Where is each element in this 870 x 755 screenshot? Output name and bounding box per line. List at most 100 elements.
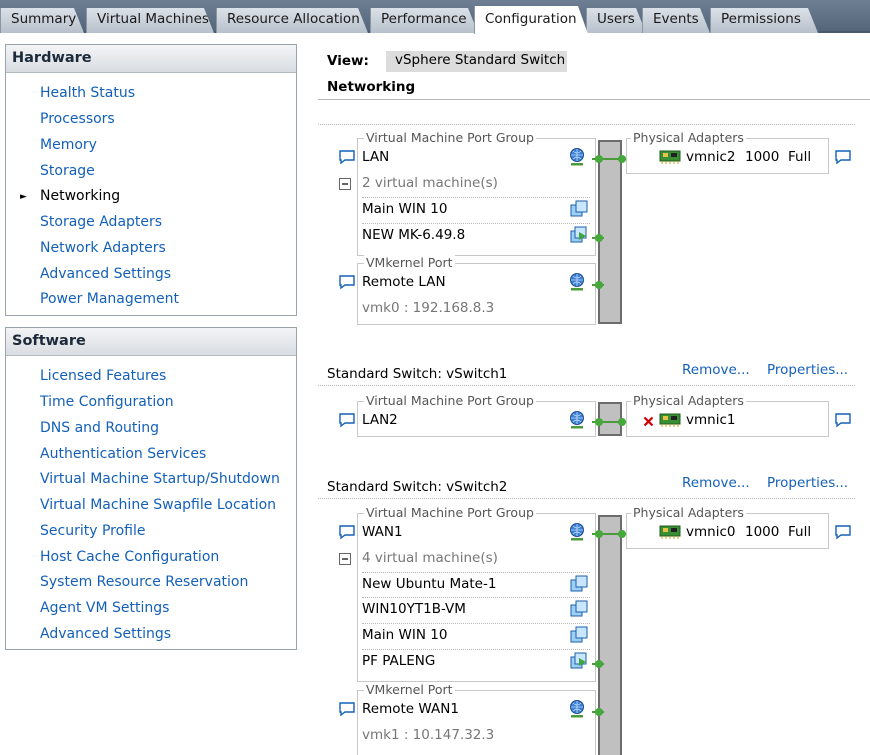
- tab-configuration[interactable]: Configuration: [474, 6, 588, 34]
- vm-list-item[interactable]: New Ubuntu Mate-1: [362, 576, 496, 592]
- vm-icon[interactable]: [570, 575, 588, 593]
- vm-list-item[interactable]: WIN10YT1B-VM: [362, 601, 466, 617]
- tab-users[interactable]: Users: [586, 8, 646, 33]
- nav-licensed-features[interactable]: Licensed Features: [40, 368, 166, 384]
- switch2-port-group-name[interactable]: WAN1: [362, 524, 403, 540]
- nav-advanced-settings-hw[interactable]: Advanced Settings: [40, 266, 171, 282]
- switch2-vm-count: 4 virtual machine(s): [362, 550, 498, 566]
- switch1-remove-link[interactable]: Remove...: [682, 362, 750, 378]
- vm-list-divider: [362, 572, 590, 573]
- switch0-bar: [598, 140, 622, 324]
- switch2-title: Standard Switch: vSwitch2: [327, 479, 508, 495]
- comment-icon[interactable]: [339, 702, 355, 717]
- vm-list-divider: [362, 223, 590, 224]
- comment-icon[interactable]: [339, 525, 355, 540]
- switch1-port-group-name[interactable]: LAN2: [362, 412, 398, 428]
- nav-processors[interactable]: Processors: [40, 111, 115, 127]
- globe-network-icon[interactable]: [567, 410, 587, 430]
- comment-icon[interactable]: [339, 413, 355, 428]
- vm-list-item[interactable]: NEW MK-6.49.8: [362, 227, 465, 243]
- switch1-title: Standard Switch: vSwitch1: [327, 366, 508, 382]
- vm-icon[interactable]: [570, 626, 588, 644]
- tab-performance[interactable]: Performance: [370, 8, 478, 33]
- tab-summary[interactable]: Summary: [0, 8, 84, 33]
- globe-network-icon[interactable]: [567, 147, 587, 167]
- nav-networking[interactable]: Networking: [40, 188, 120, 204]
- switch2-properties-link[interactable]: Properties...: [767, 475, 848, 491]
- disconnected-x-icon: [643, 416, 654, 427]
- vm-list-item[interactable]: PF PALENG: [362, 653, 435, 669]
- switch1-pa-legend: Physical Adapters: [631, 393, 746, 408]
- vm-running-icon[interactable]: [570, 652, 588, 670]
- collapse-icon[interactable]: [339, 553, 351, 565]
- nav-network-adapters[interactable]: Network Adapters: [40, 240, 166, 256]
- nic-card-icon[interactable]: [659, 524, 681, 540]
- vm-list-item[interactable]: Main WIN 10: [362, 201, 447, 217]
- switch1-divider: [318, 385, 855, 386]
- switch0-nic-duplex: Full: [788, 149, 812, 165]
- switch0-nic-name[interactable]: vmnic2: [686, 149, 735, 165]
- nav-power-management[interactable]: Power Management: [40, 291, 179, 307]
- switch2-vm-group-legend: Virtual Machine Port Group: [364, 505, 536, 520]
- tab-resource-allocation[interactable]: Resource Allocation: [216, 8, 368, 33]
- nav-authentication-services[interactable]: Authentication Services: [40, 446, 206, 462]
- hardware-heading: Hardware: [6, 45, 296, 73]
- nic-card-icon[interactable]: [659, 412, 681, 428]
- view-selector[interactable]: vSphere Standard Switch: [386, 51, 567, 72]
- connection-dot: [595, 418, 603, 426]
- nav-agent-vm-settings[interactable]: Agent VM Settings: [40, 600, 169, 616]
- switch2-pa-legend: Physical Adapters: [631, 505, 746, 520]
- nav-vm-swapfile-location[interactable]: Virtual Machine Swapfile Location: [40, 497, 276, 513]
- switch2-vmk-name[interactable]: Remote WAN1: [362, 701, 459, 717]
- comment-icon[interactable]: [835, 150, 851, 165]
- collapse-icon[interactable]: [339, 178, 351, 190]
- switch2-nic-duplex: Full: [788, 524, 812, 540]
- switch1-nic-name[interactable]: vmnic1: [686, 412, 735, 428]
- vm-list-item[interactable]: Main WIN 10: [362, 627, 447, 643]
- nav-security-profile[interactable]: Security Profile: [40, 523, 145, 539]
- switch2-vmk-ip: vmk1 : 10.147.32.3: [362, 727, 495, 743]
- tab-virtual-machines[interactable]: Virtual Machines: [86, 8, 214, 33]
- comment-icon[interactable]: [339, 150, 355, 165]
- switch0-nic-speed: 1000: [745, 149, 780, 165]
- nav-memory[interactable]: Memory: [40, 137, 97, 153]
- vm-icon[interactable]: [570, 600, 588, 618]
- selected-arrow-icon: ►: [20, 192, 27, 202]
- tab-events[interactable]: Events: [642, 8, 710, 33]
- vm-list-divider: [362, 197, 590, 198]
- connection-dot: [618, 418, 626, 426]
- globe-network-icon[interactable]: [567, 272, 587, 292]
- switch0-vmk-name[interactable]: Remote LAN: [362, 274, 446, 290]
- switch0-port-group-name[interactable]: LAN: [362, 149, 389, 165]
- vm-icon[interactable]: [570, 200, 588, 218]
- nav-dns-and-routing[interactable]: DNS and Routing: [40, 420, 159, 436]
- nav-storage-adapters[interactable]: Storage Adapters: [40, 214, 162, 230]
- nav-health-status[interactable]: Health Status: [40, 85, 135, 101]
- globe-network-icon[interactable]: [567, 522, 587, 542]
- globe-network-icon[interactable]: [567, 699, 587, 719]
- networking-title: Networking: [327, 79, 416, 95]
- nav-host-cache-configuration[interactable]: Host Cache Configuration: [40, 549, 219, 565]
- nav-storage[interactable]: Storage: [40, 163, 95, 179]
- comment-icon[interactable]: [339, 275, 355, 290]
- nav-time-configuration[interactable]: Time Configuration: [40, 394, 174, 410]
- tab-permissions[interactable]: Permissions: [710, 8, 818, 33]
- switch2-nic-name[interactable]: vmnic0: [686, 524, 735, 540]
- software-panel: Software Licensed Features Time Configur…: [5, 327, 297, 650]
- switch1-properties-link[interactable]: Properties...: [767, 362, 848, 378]
- vm-running-icon[interactable]: [570, 226, 588, 244]
- nav-system-resource-reservation[interactable]: System Resource Reservation: [40, 574, 248, 590]
- switch0-vm-group-legend: Virtual Machine Port Group: [364, 130, 536, 145]
- switch2-vmkernel-box: [357, 690, 596, 755]
- hardware-panel: Hardware Health Status Processors Memory…: [5, 44, 297, 316]
- nav-advanced-settings-sw[interactable]: Advanced Settings: [40, 626, 171, 642]
- nav-vm-startup-shutdown[interactable]: Virtual Machine Startup/Shutdown: [40, 471, 280, 487]
- comment-icon[interactable]: [835, 525, 851, 540]
- switch0-vmk-legend: VMkernel Port: [364, 255, 455, 270]
- switch2-remove-link[interactable]: Remove...: [682, 475, 750, 491]
- nic-card-icon[interactable]: [659, 149, 681, 165]
- switch2-vmk-legend: VMkernel Port: [364, 682, 455, 697]
- switch0-divider: [318, 124, 855, 125]
- comment-icon[interactable]: [835, 413, 851, 428]
- view-label: View:: [327, 53, 369, 69]
